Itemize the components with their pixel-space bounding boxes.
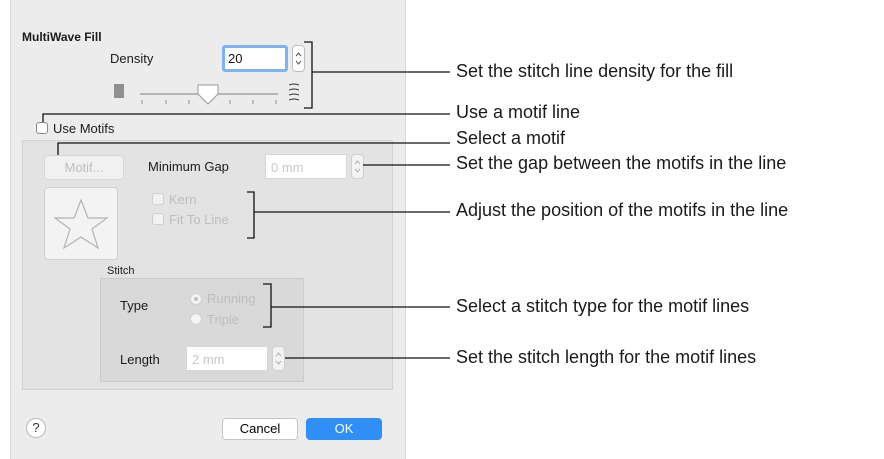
annotation-use-motif: Use a motif line xyxy=(456,102,581,122)
annotation-stitch-type: Select a stitch type for the motif lines xyxy=(456,296,750,316)
callout-lines xyxy=(42,41,450,359)
annotation-position: Adjust the position of the motifs in the… xyxy=(456,200,789,220)
annotation-density: Set the stitch line density for the fill xyxy=(456,61,734,81)
annotation-stitch-length: Set the stitch length for the motif line… xyxy=(456,347,757,367)
annotation-select-motif: Select a motif xyxy=(456,128,566,148)
annotation-gap: Set the gap between the motifs in the li… xyxy=(456,153,787,173)
